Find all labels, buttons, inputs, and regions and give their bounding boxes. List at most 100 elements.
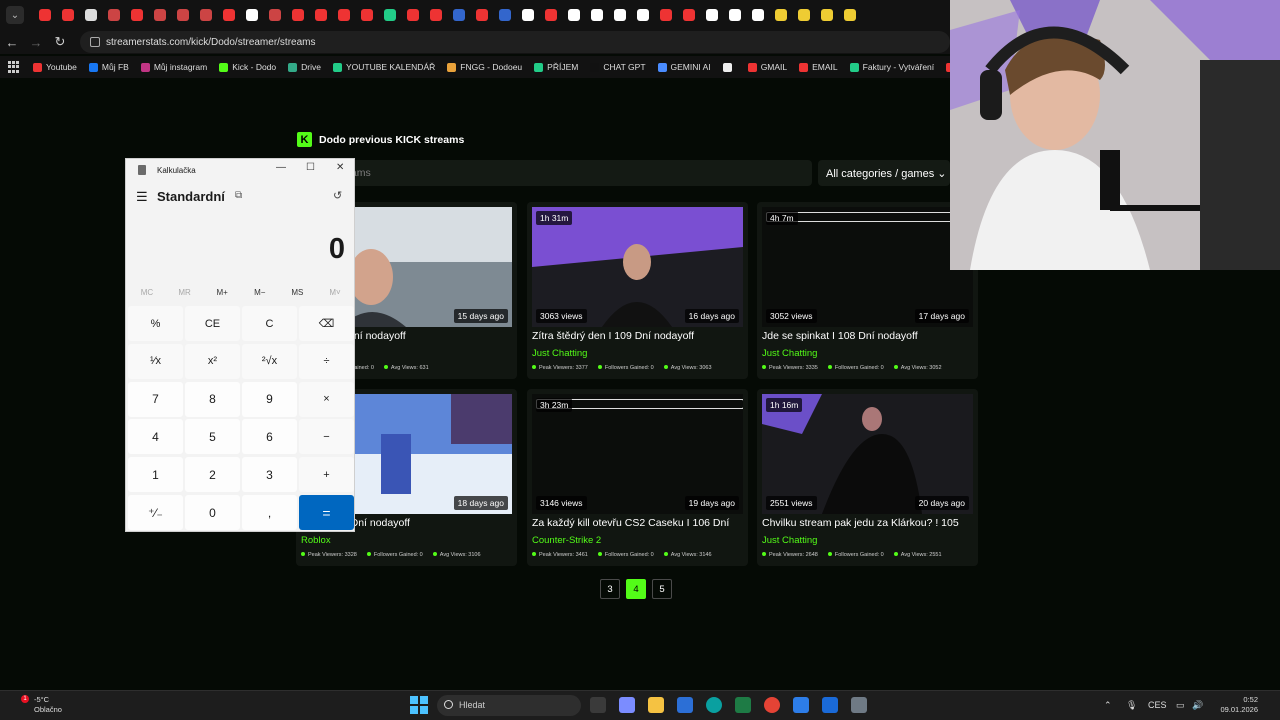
volume-icon[interactable]: 🔊 [1192, 700, 1203, 711]
bookmark-item[interactable]: EMAIL [799, 62, 838, 72]
calc-key[interactable]: 3 [242, 457, 297, 493]
stream-card[interactable]: 1h 16m 2551 views 20 days ago Chvilku strea… [757, 389, 978, 566]
file-explorer-icon[interactable] [648, 697, 664, 713]
tab-favicon[interactable] [107, 9, 120, 21]
tab-favicon[interactable] [176, 9, 189, 21]
calc-key[interactable]: C [242, 306, 297, 341]
network-icon[interactable]: ▭ [1176, 700, 1185, 711]
tab-favicon[interactable] [61, 9, 74, 21]
calc-key[interactable]: ¹⁄x [128, 343, 183, 379]
tab-favicon[interactable] [383, 9, 396, 21]
tab-favicon[interactable] [429, 9, 442, 21]
calc-key[interactable]: 6 [242, 419, 297, 455]
app-icon[interactable] [793, 697, 809, 713]
tab-favicon[interactable] [636, 9, 649, 21]
tab-favicon[interactable] [613, 9, 626, 21]
stream-thumbnail[interactable]: 4h 7m 3052 views 17 days ago [762, 207, 973, 327]
bookmark-item[interactable]: Můj FB [88, 62, 129, 72]
tab-favicon[interactable] [291, 9, 304, 21]
category-select[interactable]: All categories / games ⌄ [818, 160, 950, 186]
stream-category[interactable]: Just Chatting [532, 348, 587, 359]
tab-search-dropdown[interactable]: ⌄ [6, 6, 24, 24]
calc-key[interactable]: 8 [185, 381, 240, 417]
calc-key[interactable]: ⁺⁄₋ [128, 495, 183, 530]
stream-category[interactable]: Just Chatting [762, 535, 817, 546]
calc-key[interactable]: 9 [242, 381, 297, 417]
bookmark-item[interactable]: YOUTUBE KALENDÁŘ [332, 62, 435, 72]
tab-favicon[interactable] [728, 9, 741, 21]
tab-favicon[interactable] [797, 9, 810, 21]
memory-button[interactable]: MS [278, 288, 316, 297]
address-bar[interactable]: streamerstats.com/kick/Dodo/streamer/str… [80, 31, 950, 53]
tab-favicon[interactable] [521, 9, 534, 21]
minimize-icon[interactable]: — [276, 162, 286, 173]
chrome-icon[interactable] [764, 697, 780, 713]
calculator-taskbar-icon[interactable] [851, 697, 867, 713]
page-button[interactable]: 5 [652, 579, 672, 599]
tab-favicon[interactable] [774, 9, 787, 21]
memory-button[interactable]: MC [128, 288, 166, 297]
tab-favicon[interactable] [659, 9, 672, 21]
calc-key[interactable]: 0 [185, 495, 240, 530]
calc-key[interactable]: + [299, 457, 354, 493]
site-info-icon[interactable] [90, 37, 100, 47]
stream-thumbnail[interactable]: 3h 23m 3146 views 19 days ago [532, 394, 743, 514]
stream-thumbnail[interactable]: 1h 16m 2551 views 20 days ago [762, 394, 973, 514]
bookmark-item[interactable]: Youtube [33, 62, 77, 72]
stream-title[interactable]: Chvilku stream pak jedu za Klárkou? ! 10… [762, 517, 974, 529]
weather-widget[interactable]: 1 -5°C Oblačno [18, 695, 62, 715]
calc-key[interactable]: CE [185, 306, 240, 341]
tab-favicon[interactable] [84, 9, 97, 21]
calc-key[interactable]: , [242, 495, 297, 530]
memory-button[interactable]: M+ [203, 288, 241, 297]
tab-favicon[interactable] [245, 9, 258, 21]
calc-key[interactable]: 2 [185, 457, 240, 493]
tab-favicon[interactable] [199, 9, 212, 21]
tray-overflow-icon[interactable]: ⌃ [1104, 700, 1112, 711]
calc-key[interactable]: × [299, 381, 354, 417]
bookmark-item[interactable]: FNGG - Dodoeu [447, 62, 522, 72]
bookmark-item[interactable]: CHAT GPT [590, 62, 646, 72]
stream-title[interactable]: Jde se spinkat I 108 Dní nodayoff [762, 330, 974, 342]
maximize-icon[interactable]: ☐ [306, 162, 315, 173]
calc-key[interactable]: 4 [128, 419, 183, 455]
forward-icon[interactable]: → [24, 35, 48, 50]
calc-key[interactable]: x² [185, 343, 240, 379]
memory-button[interactable]: MR [166, 288, 204, 297]
app-icon-2[interactable] [822, 697, 838, 713]
keep-on-top-icon[interactable]: ⧉ [235, 190, 242, 201]
stream-category[interactable]: Roblox [301, 535, 331, 546]
tab-favicon[interactable] [820, 9, 833, 21]
tab-favicon[interactable] [130, 9, 143, 21]
tab-favicon[interactable] [222, 9, 235, 21]
tab-favicon[interactable] [682, 9, 695, 21]
stream-title[interactable]: Zítra štědrý den I 109 Dní nodayoff [532, 330, 744, 342]
calc-key[interactable]: 5 [185, 419, 240, 455]
calc-key[interactable]: 1 [128, 457, 183, 493]
calc-key[interactable]: 7 [128, 381, 183, 417]
history-icon[interactable]: ↺ [333, 189, 342, 202]
tab-favicon[interactable] [843, 9, 856, 21]
tab-favicon[interactable] [406, 9, 419, 21]
tab-favicon[interactable] [360, 9, 373, 21]
task-view-icon[interactable] [590, 697, 606, 713]
tab-favicon[interactable] [751, 9, 764, 21]
reload-icon[interactable]: ↻ [48, 34, 72, 50]
bookmark-item[interactable]: Drive [288, 62, 321, 72]
calc-key[interactable]: = [299, 495, 354, 530]
bookmark-item[interactable]: Faktury - Vytváření [849, 62, 934, 72]
bookmark-item[interactable]: Můj instagram [140, 62, 207, 72]
tab-favicon[interactable] [498, 9, 511, 21]
page-button[interactable]: 3 [600, 579, 620, 599]
tab-favicon[interactable] [567, 9, 580, 21]
stream-thumbnail[interactable]: 1h 31m 3063 views 16 days ago [532, 207, 743, 327]
bookmark-item[interactable]: GEMINI AI [657, 62, 711, 72]
calc-key[interactable]: % [128, 306, 183, 341]
stream-card[interactable]: 1h 31m 3063 views 16 days ago Zítra štědrý … [527, 202, 748, 379]
tab-favicon[interactable] [452, 9, 465, 21]
bookmark-item[interactable] [722, 62, 736, 72]
microphone-icon[interactable]: 🎙 [1126, 700, 1137, 711]
tab-favicon[interactable] [705, 9, 718, 21]
stream-category[interactable]: Just Chatting [762, 348, 817, 359]
stream-title[interactable]: Za každý kill otevřu CS2 Caseku I 106 Dn… [532, 517, 744, 529]
